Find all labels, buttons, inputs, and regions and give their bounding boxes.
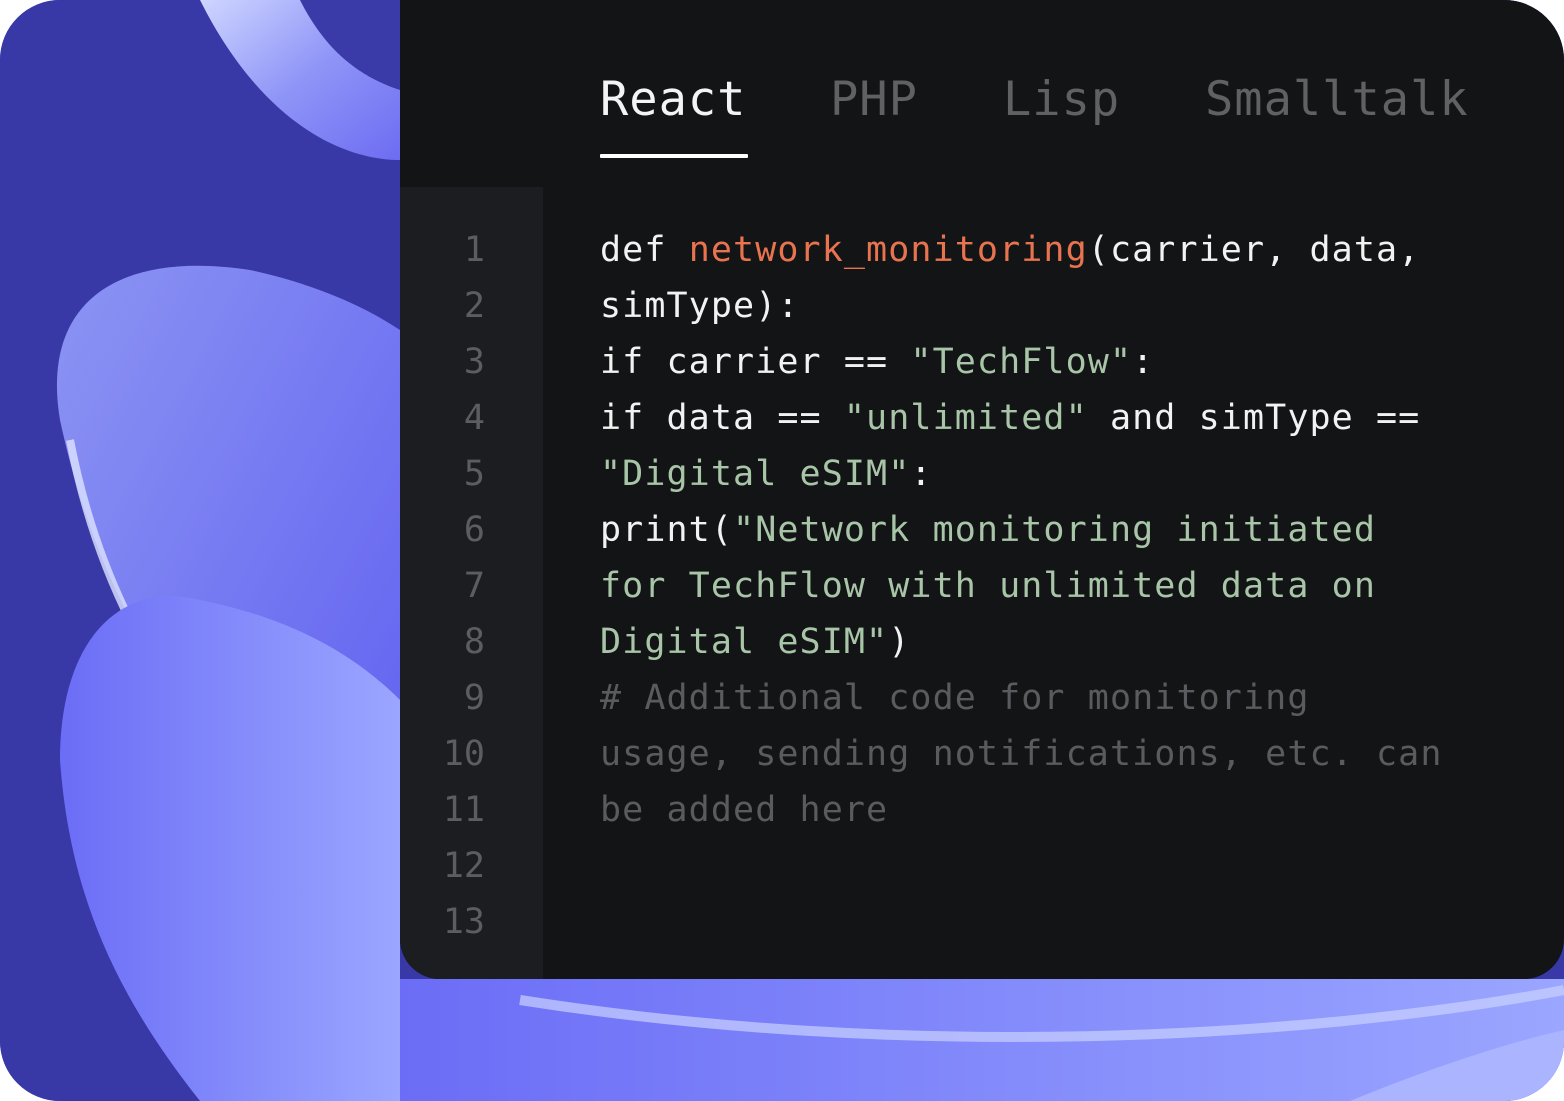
code-line-4: if data == "unlimited" and simType ==	[600, 390, 1540, 446]
code-line-7: for TechFlow with unlimited data on	[600, 558, 1540, 614]
line-number: 1	[463, 230, 485, 270]
code-text: if data ==	[600, 398, 844, 438]
line-number: 9	[463, 678, 485, 718]
app-frame: React PHP Lisp Smalltalk 1 2 3 4 5 6 7 8…	[0, 0, 1564, 1101]
code-editor-panel: React PHP Lisp Smalltalk 1 2 3 4 5 6 7 8…	[400, 0, 1564, 979]
code-text: )	[888, 622, 911, 662]
tab-react[interactable]: React	[600, 70, 746, 130]
string-literal: for TechFlow with unlimited data on	[600, 566, 1377, 606]
line-number: 3	[463, 342, 485, 382]
line-number: 6	[463, 510, 485, 550]
string-literal: "TechFlow"	[910, 342, 1133, 382]
line-number: 10	[442, 734, 485, 774]
line-number: 7	[463, 566, 485, 606]
code-comment: usage, sending notifications, etc. can	[600, 734, 1443, 774]
line-number: 5	[463, 454, 485, 494]
code-text: (carrier, data,	[1087, 230, 1421, 270]
active-tab-indicator	[600, 154, 748, 158]
code-text: simType):	[600, 286, 800, 326]
code-text: if carrier ==	[600, 342, 911, 382]
tab-lisp[interactable]: Lisp	[1003, 70, 1120, 130]
function-name: network_monitoring	[688, 230, 1088, 270]
line-number: 11	[442, 790, 485, 830]
keyword: def	[600, 230, 689, 270]
code-line-2: simType):	[600, 278, 1540, 334]
string-literal: "Digital eSIM"	[600, 454, 911, 494]
line-number: 12	[442, 846, 485, 886]
string-literal: Digital eSIM"	[600, 622, 889, 662]
code-line-5: "Digital eSIM":	[600, 446, 1540, 502]
tab-smalltalk[interactable]: Smalltalk	[1205, 70, 1469, 130]
code-line-3: if carrier == "TechFlow":	[600, 334, 1540, 390]
line-number: 2	[463, 286, 485, 326]
string-literal: "Network monitoring initiated	[733, 510, 1377, 550]
code-comment: # Additional code for monitoring	[600, 678, 1310, 718]
code-line-10: usage, sending notifications, etc. can	[600, 726, 1540, 782]
line-number: 4	[463, 398, 485, 438]
code-area[interactable]: def network_monitoring(carrier, data, si…	[600, 222, 1540, 838]
code-text: and simType ==	[1087, 398, 1421, 438]
code-line-8: Digital eSIM")	[600, 614, 1540, 670]
code-line-1: def network_monitoring(carrier, data,	[600, 222, 1540, 278]
code-line-6: print("Network monitoring initiated	[600, 502, 1540, 558]
tab-php[interactable]: PHP	[830, 70, 918, 130]
line-number: 8	[463, 622, 485, 662]
code-line-9: # Additional code for monitoring	[600, 670, 1540, 726]
code-line-11: be added here	[600, 782, 1540, 838]
code-text: :	[910, 454, 933, 494]
line-number-gutter: 1 2 3 4 5 6 7 8 9 10 11 12 13	[400, 187, 543, 979]
code-text: print(	[600, 510, 734, 550]
code-text: :	[1132, 342, 1155, 382]
string-literal: "unlimited"	[843, 398, 1088, 438]
line-number: 13	[442, 902, 485, 942]
code-comment: be added here	[600, 790, 889, 830]
language-tabs: React PHP Lisp Smalltalk	[400, 0, 1564, 187]
